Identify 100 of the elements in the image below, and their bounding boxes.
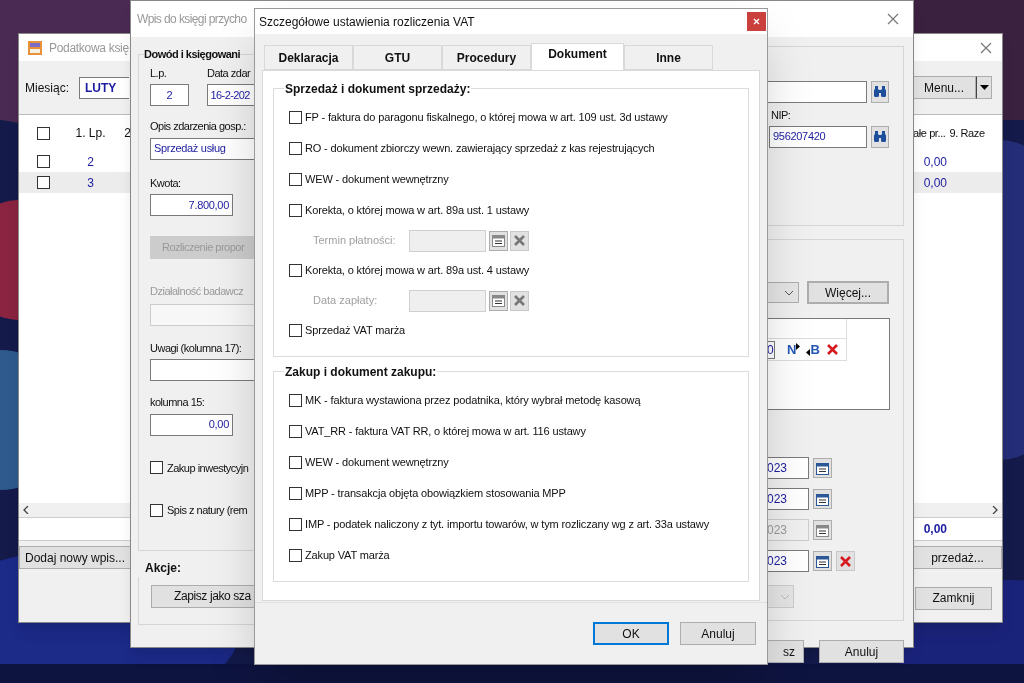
calendar-icon: [492, 234, 505, 247]
calendar-icon: [816, 492, 829, 506]
checkbox[interactable]: [289, 173, 302, 186]
checkbox[interactable]: [150, 461, 163, 475]
checkbox[interactable]: [289, 264, 302, 277]
select-all-checkbox[interactable]: [36, 126, 50, 140]
nip-field[interactable]: 956207420: [769, 125, 867, 148]
checkbox[interactable]: [289, 394, 302, 407]
field-label: NIP:: [771, 108, 792, 123]
checkbox[interactable]: [289, 456, 302, 469]
scroll-right-icon[interactable]: [992, 506, 998, 514]
dropdown-field[interactable]: [767, 585, 794, 608]
calendar-button[interactable]: [813, 489, 832, 509]
calendar-button[interactable]: [813, 551, 832, 571]
field-label: Kwota:: [150, 175, 182, 191]
date-field[interactable]: 16-2-202: [206, 84, 255, 106]
table-cell-text: 0,00: [922, 153, 947, 171]
tab[interactable]: Deklaracja: [264, 45, 353, 70]
group-title: Akcje:: [145, 560, 183, 577]
delete-icon[interactable]: [825, 343, 839, 356]
row-checkbox[interactable]: [36, 176, 50, 189]
book-icon: [27, 39, 43, 56]
tab[interactable]: Procedury: [442, 45, 531, 70]
checkbox-label: Korekta, o której mowa w art. 89a ust. 1 ustawy: [305, 203, 530, 219]
template-button[interactable]: Zapisz jako sza: [151, 584, 257, 608]
close-button[interactable]: Zamknij: [915, 586, 992, 610]
calendar-button[interactable]: [813, 458, 832, 478]
checkbox[interactable]: [289, 487, 302, 500]
column-header[interactable]: 1. Lp.: [67, 124, 114, 142]
month-label: Miesiąc:: [25, 79, 69, 97]
binoculars-button[interactable]: [871, 125, 889, 148]
tab[interactable]: Inne: [624, 45, 713, 70]
close-button[interactable]: [747, 12, 766, 31]
x-icon: [513, 294, 526, 307]
more-button[interactable]: Więcej...: [807, 281, 889, 304]
calendar-icon: [816, 461, 829, 475]
clear-button[interactable]: [836, 551, 855, 571]
checkbox[interactable]: [289, 518, 302, 531]
checkbox[interactable]: [289, 142, 302, 155]
back-button[interactable]: B: [806, 339, 820, 360]
sale-button[interactable]: przedaż...: [913, 546, 1002, 569]
close-icon[interactable]: [887, 13, 899, 25]
research-field[interactable]: [150, 303, 256, 326]
dropdown-button[interactable]: [976, 76, 992, 99]
calendar-button[interactable]: [813, 520, 832, 540]
checkbox-label: IMP - podatek naliczony z tyt. importu towarów, w tym rozliczany wg z art. 33a ustawy: [305, 517, 709, 533]
date-field[interactable]: 023: [767, 457, 809, 479]
checkbox[interactable]: [289, 425, 302, 438]
field-label: L.p.: [150, 65, 168, 81]
checkbox-label: Sprzedaż VAT marża: [305, 323, 405, 339]
column15-field[interactable]: 0,00: [150, 413, 233, 436]
close-icon[interactable]: [980, 41, 992, 54]
binoculars-icon: [873, 130, 887, 143]
field-label: Data zapłaty:: [312, 293, 379, 309]
tab[interactable]: GTU: [353, 45, 442, 70]
cancel-button[interactable]: Anuluj: [819, 640, 904, 663]
row-checkbox[interactable]: [36, 155, 50, 168]
calendar-button[interactable]: [489, 230, 508, 251]
clear-button[interactable]: [510, 230, 529, 251]
checkbox-label: RO - dokument zbiorczy wewn. zawierający sprzedaż z kas rejestrujących: [305, 141, 655, 157]
add-entry-button[interactable]: Dodaj nowy wpis...: [19, 546, 131, 569]
lp-field[interactable]: 2: [150, 84, 189, 106]
dialog-button[interactable]: OK: [593, 622, 669, 645]
x-icon: [839, 554, 852, 568]
binoculars-icon: [873, 86, 887, 98]
notes-field[interactable]: [150, 359, 256, 381]
column-header[interactable]: 2: [114, 124, 131, 142]
scroll-left-icon[interactable]: [23, 506, 29, 514]
caret-icon: [979, 85, 989, 90]
save-button[interactable]: sz: [767, 640, 804, 663]
total-value: 0,00: [922, 521, 947, 538]
column-header[interactable]: 9. Raze: [949, 124, 985, 142]
x-icon: [513, 234, 526, 247]
tab[interactable]: Dokument: [531, 43, 624, 71]
date-field[interactable]: 023: [767, 488, 809, 510]
calendar-icon: [816, 523, 829, 537]
description-field[interactable]: Sprzedaż usług: [150, 137, 256, 160]
month-field[interactable]: LUTY: [79, 76, 129, 99]
dialog-button[interactable]: Anuluj: [680, 622, 756, 645]
checkbox-label: WEW - dokument wewnętrzny: [305, 455, 449, 471]
contractor-field[interactable]: [767, 81, 867, 103]
field-label: Działalność badawcz: [150, 284, 245, 299]
calendar-button[interactable]: [489, 290, 508, 311]
close-icon: [753, 18, 760, 25]
checkbox-label: FP - faktura do paragonu fiskalnego, o której mowa w art. 109 ust. 3d ustawy: [305, 110, 668, 126]
next-button[interactable]: N: [787, 339, 801, 360]
dropdown-field[interactable]: [767, 282, 799, 303]
checkbox[interactable]: [289, 204, 302, 217]
checkbox[interactable]: [150, 503, 163, 517]
clear-button[interactable]: [510, 290, 529, 311]
date-field[interactable]: 023: [767, 550, 809, 572]
column-header[interactable]: ałe pr...: [913, 124, 946, 142]
checkbox[interactable]: [289, 549, 302, 562]
binoculars-button[interactable]: [871, 81, 889, 103]
checkbox[interactable]: [289, 111, 302, 124]
chevron-down-icon: [784, 289, 794, 296]
menu-button[interactable]: Menu...: [912, 76, 976, 99]
table-row[interactable]: 3: [19, 172, 131, 193]
amount-field[interactable]: 7.800,00: [150, 194, 233, 216]
checkbox[interactable]: [289, 324, 302, 337]
